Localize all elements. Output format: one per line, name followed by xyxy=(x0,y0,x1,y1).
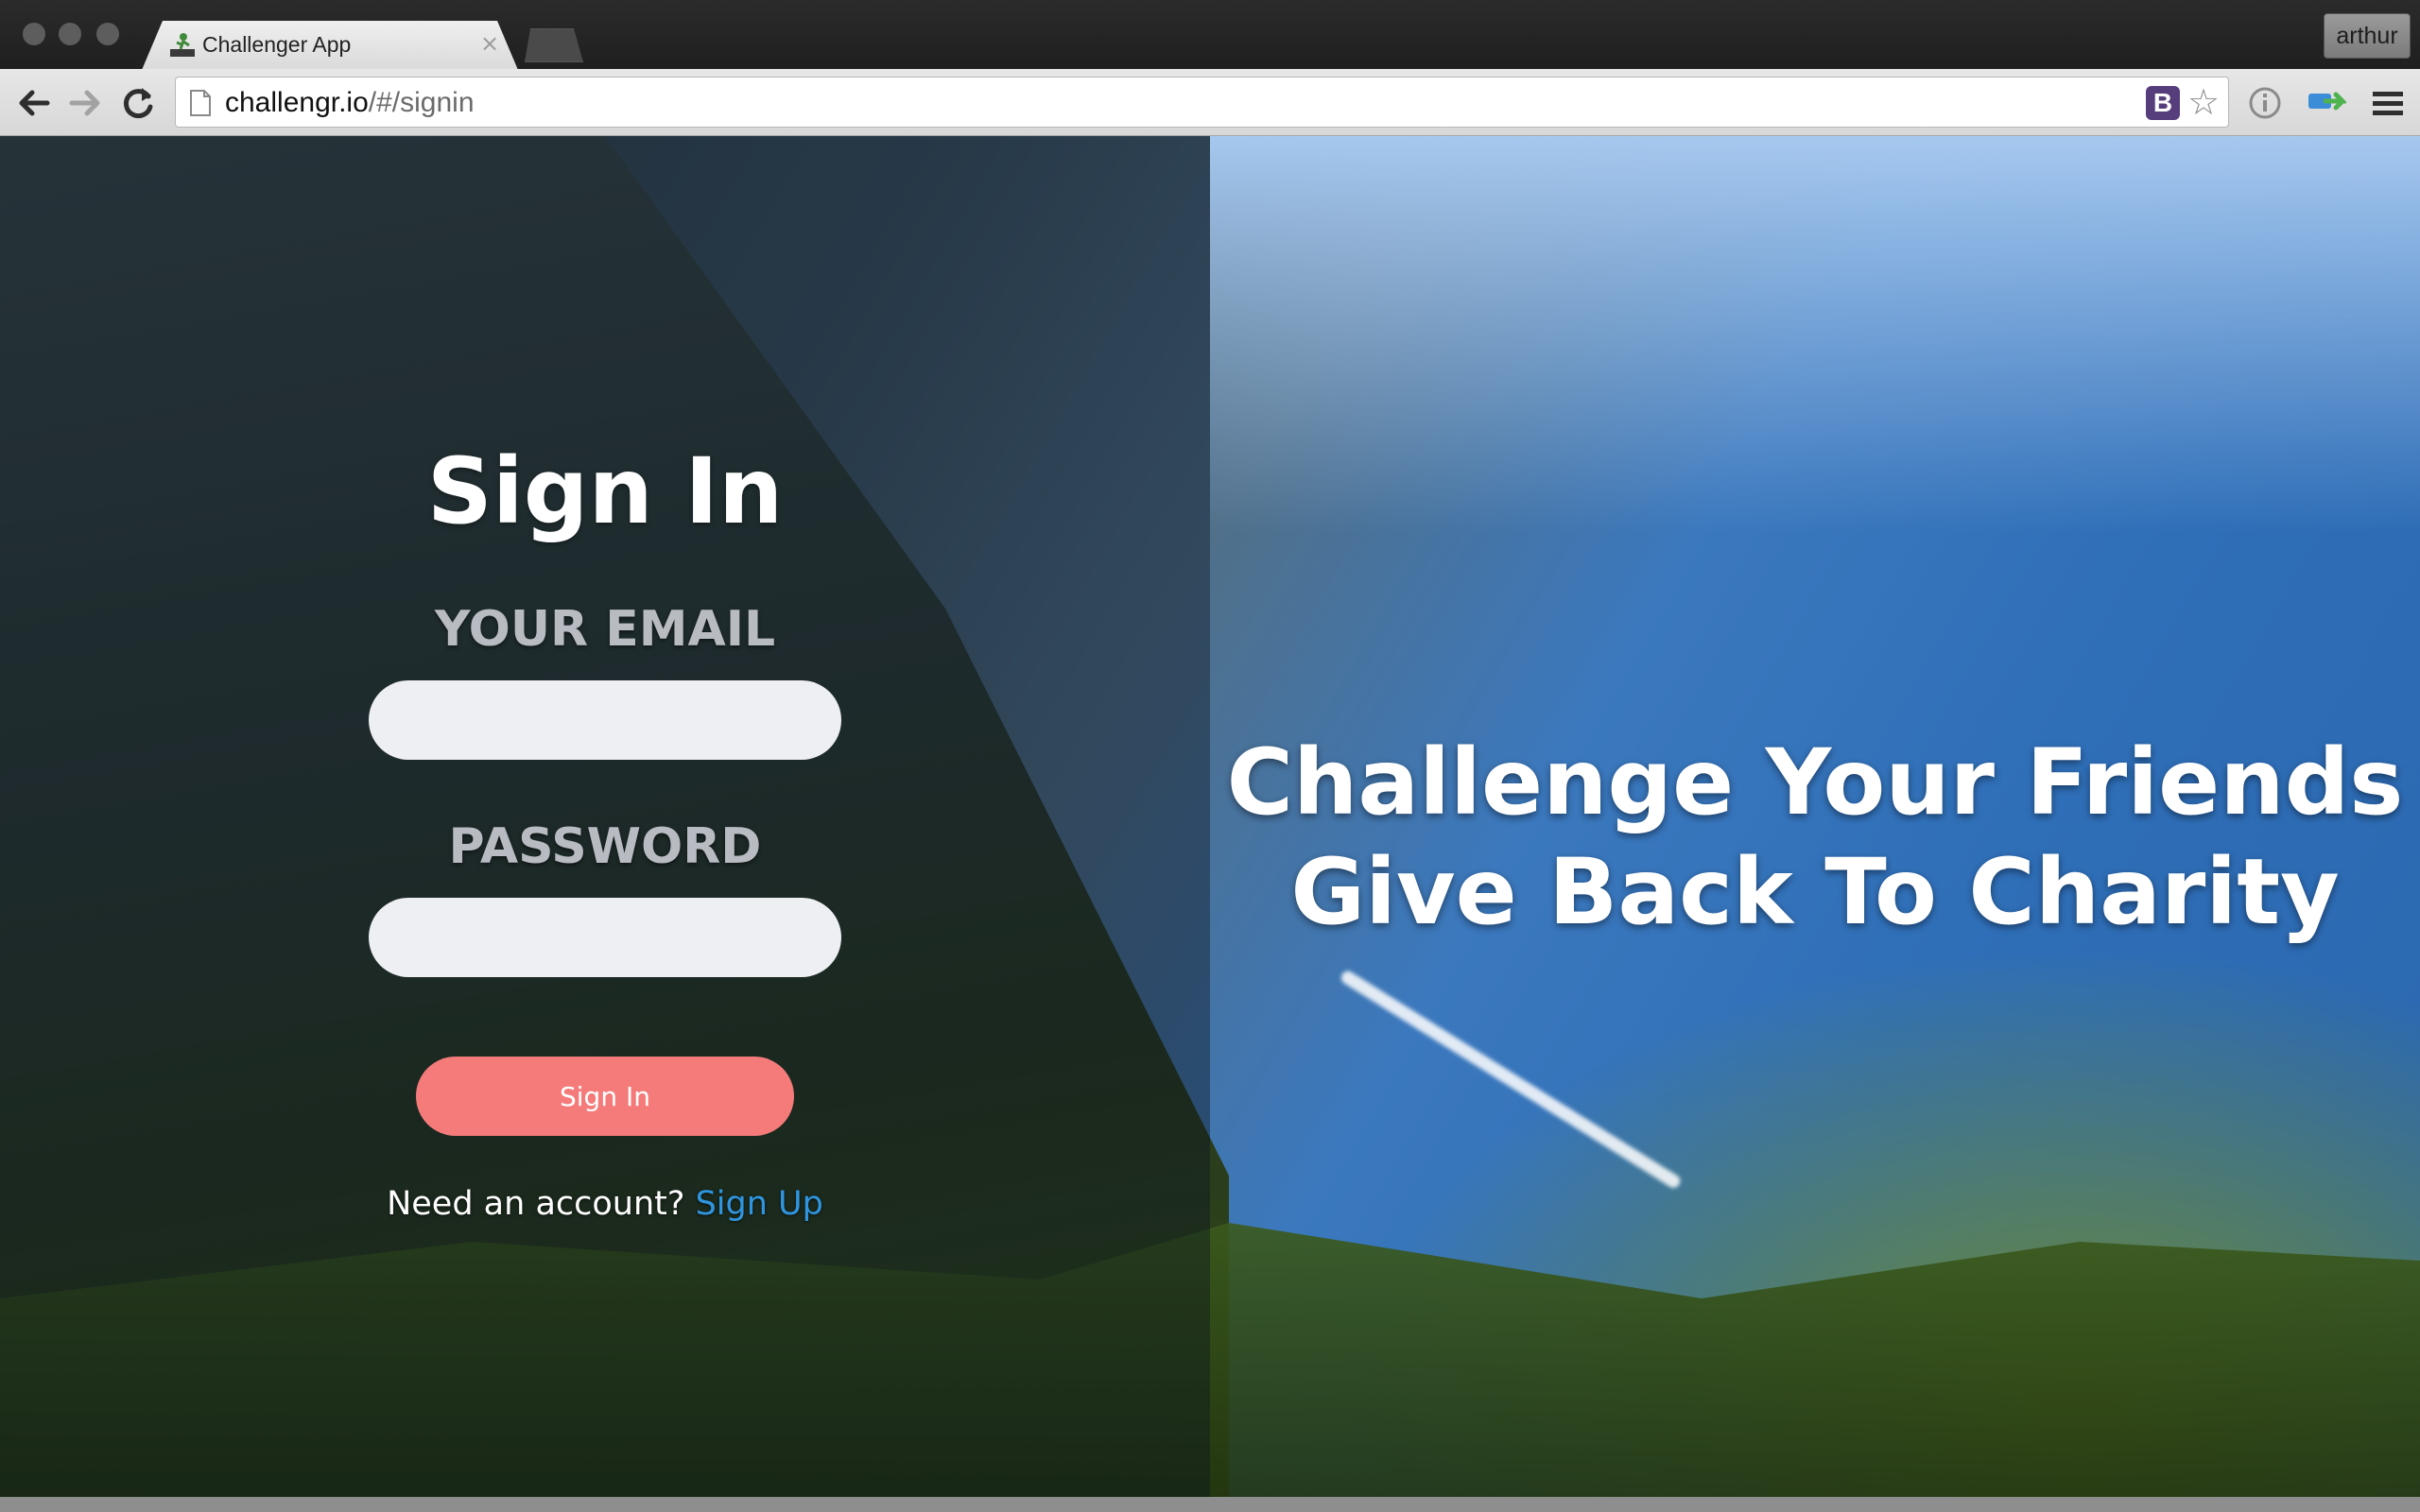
account-prompt-text: Need an account? xyxy=(387,1185,685,1223)
browser-tab[interactable]: Challenger App × xyxy=(142,21,518,70)
background-sky xyxy=(1210,136,2420,533)
close-window-button[interactable] xyxy=(23,23,45,45)
signin-title: Sign In xyxy=(426,438,784,544)
url-text: challengr.io/#/signin xyxy=(225,87,475,119)
zoom-window-button[interactable] xyxy=(96,23,119,45)
new-tab-button[interactable] xyxy=(525,28,583,62)
address-bar[interactable]: challengr.io/#/signin B ☆ xyxy=(175,77,2229,128)
browser-toolbar: challengr.io/#/signin B ☆ xyxy=(0,69,2420,136)
email-field[interactable] xyxy=(369,680,841,760)
url-path: /#/signin xyxy=(368,87,475,118)
hero-line-2: Give Back To Charity xyxy=(1290,839,2340,945)
minimize-window-button[interactable] xyxy=(59,23,81,45)
page-content: Sign In YOUR EMAIL PASSWORD Sign In Need… xyxy=(0,136,2420,1497)
tab-close-icon[interactable]: × xyxy=(480,30,499,57)
password-label: PASSWORD xyxy=(448,818,762,875)
browser-titlebar: Challenger App × arthur xyxy=(0,0,2420,70)
password-field[interactable] xyxy=(369,898,841,977)
bootstrap-extension-icon[interactable]: B xyxy=(2146,86,2180,120)
page-icon xyxy=(190,90,211,116)
url-host: challengr.io xyxy=(225,87,369,118)
info-icon[interactable] xyxy=(2244,82,2286,124)
profile-button[interactable]: arthur xyxy=(2324,13,2411,59)
tab-title: Challenger App xyxy=(202,32,352,57)
reload-icon[interactable] xyxy=(117,82,159,124)
bookmark-star-icon[interactable]: ☆ xyxy=(2187,81,2220,123)
hero-line-1: Challenge Your Friends xyxy=(1226,730,2404,835)
menu-icon[interactable] xyxy=(2367,82,2409,124)
background-shoreline xyxy=(1339,969,1683,1191)
signup-prompt: Need an account? Sign Up xyxy=(0,1185,1210,1223)
signin-panel-overlay xyxy=(0,136,1210,1497)
profile-name: arthur xyxy=(2336,23,2398,49)
email-label: YOUR EMAIL xyxy=(434,601,776,658)
tab-favicon-icon xyxy=(170,33,195,57)
signup-link[interactable]: Sign Up xyxy=(696,1185,823,1223)
signin-button[interactable]: Sign In xyxy=(416,1057,794,1136)
back-arrow-icon[interactable] xyxy=(13,82,55,124)
window-bottom-bar xyxy=(0,1497,2420,1512)
sync-extension-icon[interactable] xyxy=(2305,82,2346,124)
forward-arrow-icon[interactable] xyxy=(64,82,106,124)
